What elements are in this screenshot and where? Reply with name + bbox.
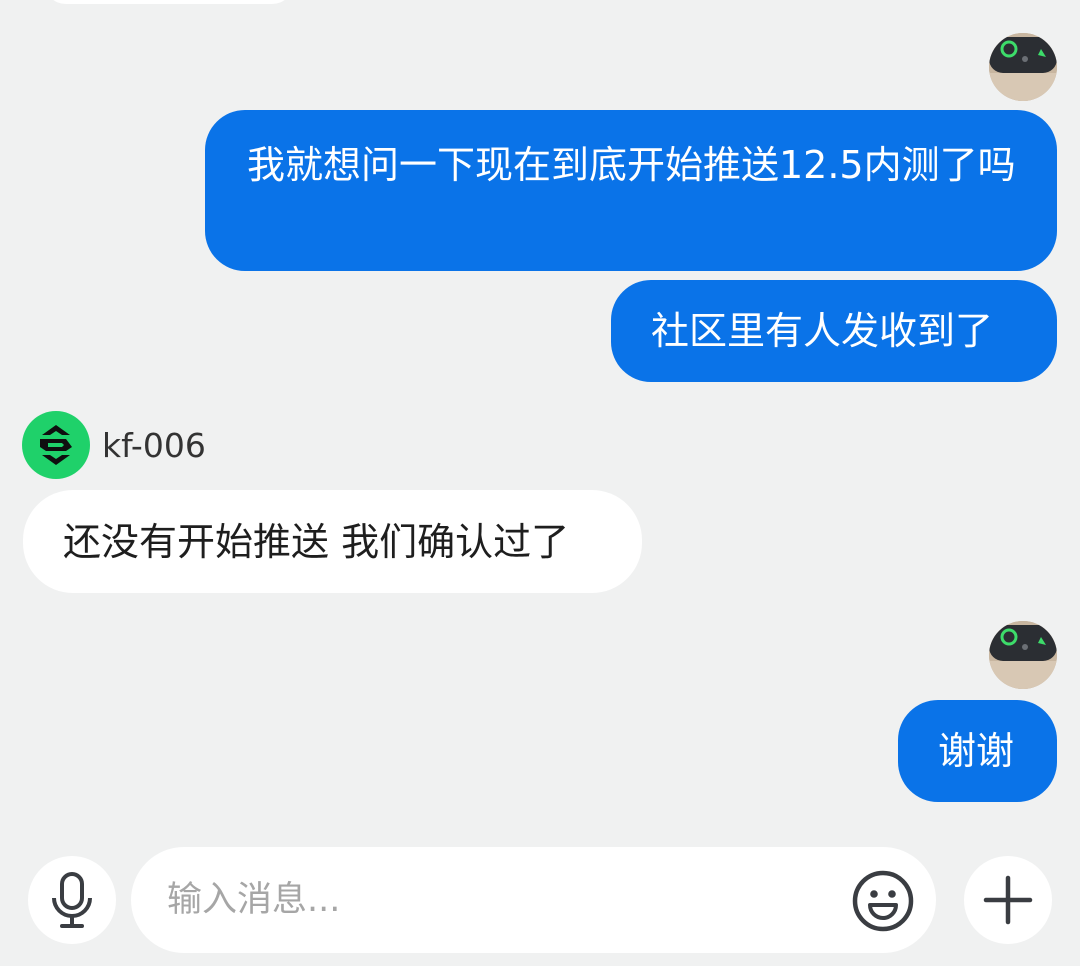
message-text: 社区里有人发收到了 xyxy=(651,309,994,353)
user-avatar[interactable] xyxy=(989,621,1057,689)
plus-icon xyxy=(983,875,1033,925)
message-input[interactable] xyxy=(165,869,829,931)
message-text: 我就想问一下现在到底开始推送12.5内测了吗 xyxy=(247,143,1016,187)
composer-bar xyxy=(0,838,1080,966)
message-text: 谢谢 xyxy=(938,729,1015,773)
agent-name: kf-006 xyxy=(102,426,206,465)
brand-logo-icon xyxy=(40,425,72,465)
outgoing-message-bubble[interactable]: 谢谢 xyxy=(898,700,1057,802)
message-text: 还没有开始推送 我们确认过了 xyxy=(63,520,570,564)
chat-screen: 我就想问一下现在到底开始推送12.5内测了吗 社区里有人发收到了 kf-006 … xyxy=(0,0,1080,966)
emoji-icon xyxy=(852,870,914,932)
outgoing-message-bubble[interactable]: 我就想问一下现在到底开始推送12.5内测了吗 xyxy=(205,110,1057,271)
voice-input-button[interactable] xyxy=(28,856,116,944)
message-input-container xyxy=(131,847,936,953)
more-options-button[interactable] xyxy=(964,856,1052,944)
user-avatar[interactable] xyxy=(989,33,1057,101)
controller-photo-icon xyxy=(989,33,1057,101)
previous-message-bubble xyxy=(44,0,294,4)
outgoing-message-bubble[interactable]: 社区里有人发收到了 xyxy=(611,280,1057,382)
microphone-icon xyxy=(52,872,92,928)
controller-photo-icon xyxy=(989,621,1057,689)
emoji-button[interactable] xyxy=(851,869,915,933)
incoming-message-bubble[interactable]: 还没有开始推送 我们确认过了 xyxy=(23,490,642,593)
agent-avatar[interactable] xyxy=(22,411,90,479)
